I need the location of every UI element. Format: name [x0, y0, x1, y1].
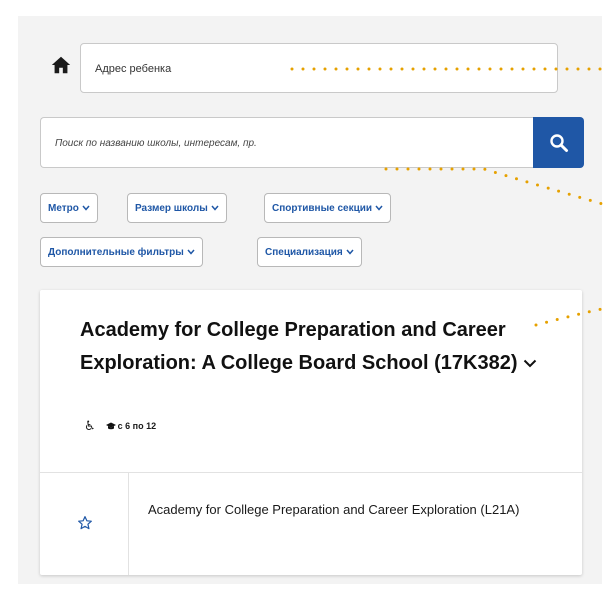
annotation-line-search: [384, 167, 608, 207]
annotation-lines: [290, 67, 608, 327]
annotation-line-card: [534, 306, 608, 327]
